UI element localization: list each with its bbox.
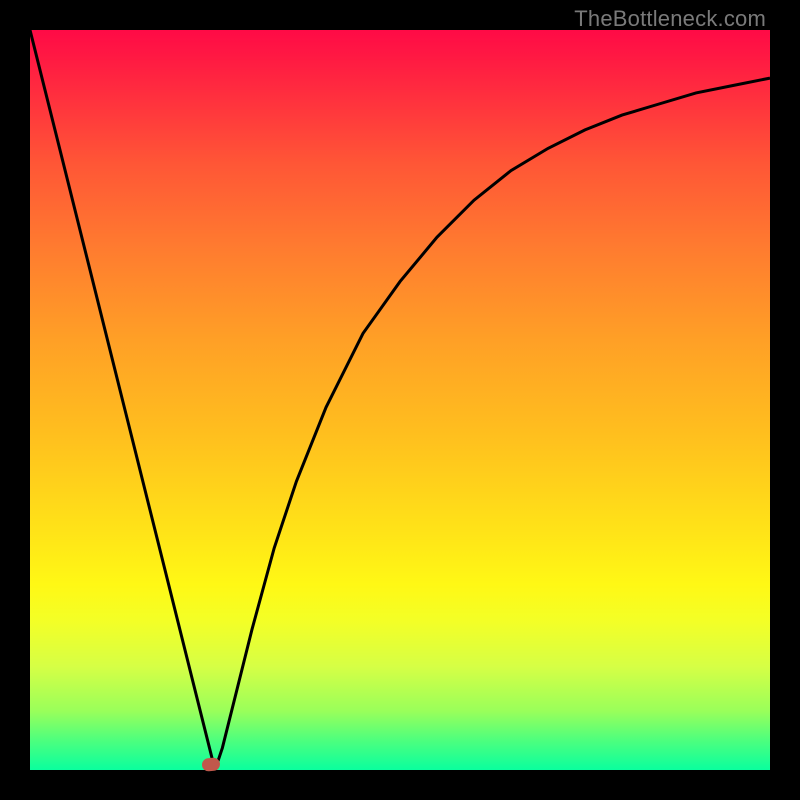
chart-plot-area <box>30 30 770 770</box>
curve-line <box>30 30 770 770</box>
attribution-label: TheBottleneck.com <box>574 6 766 32</box>
bottleneck-curve <box>30 30 770 770</box>
